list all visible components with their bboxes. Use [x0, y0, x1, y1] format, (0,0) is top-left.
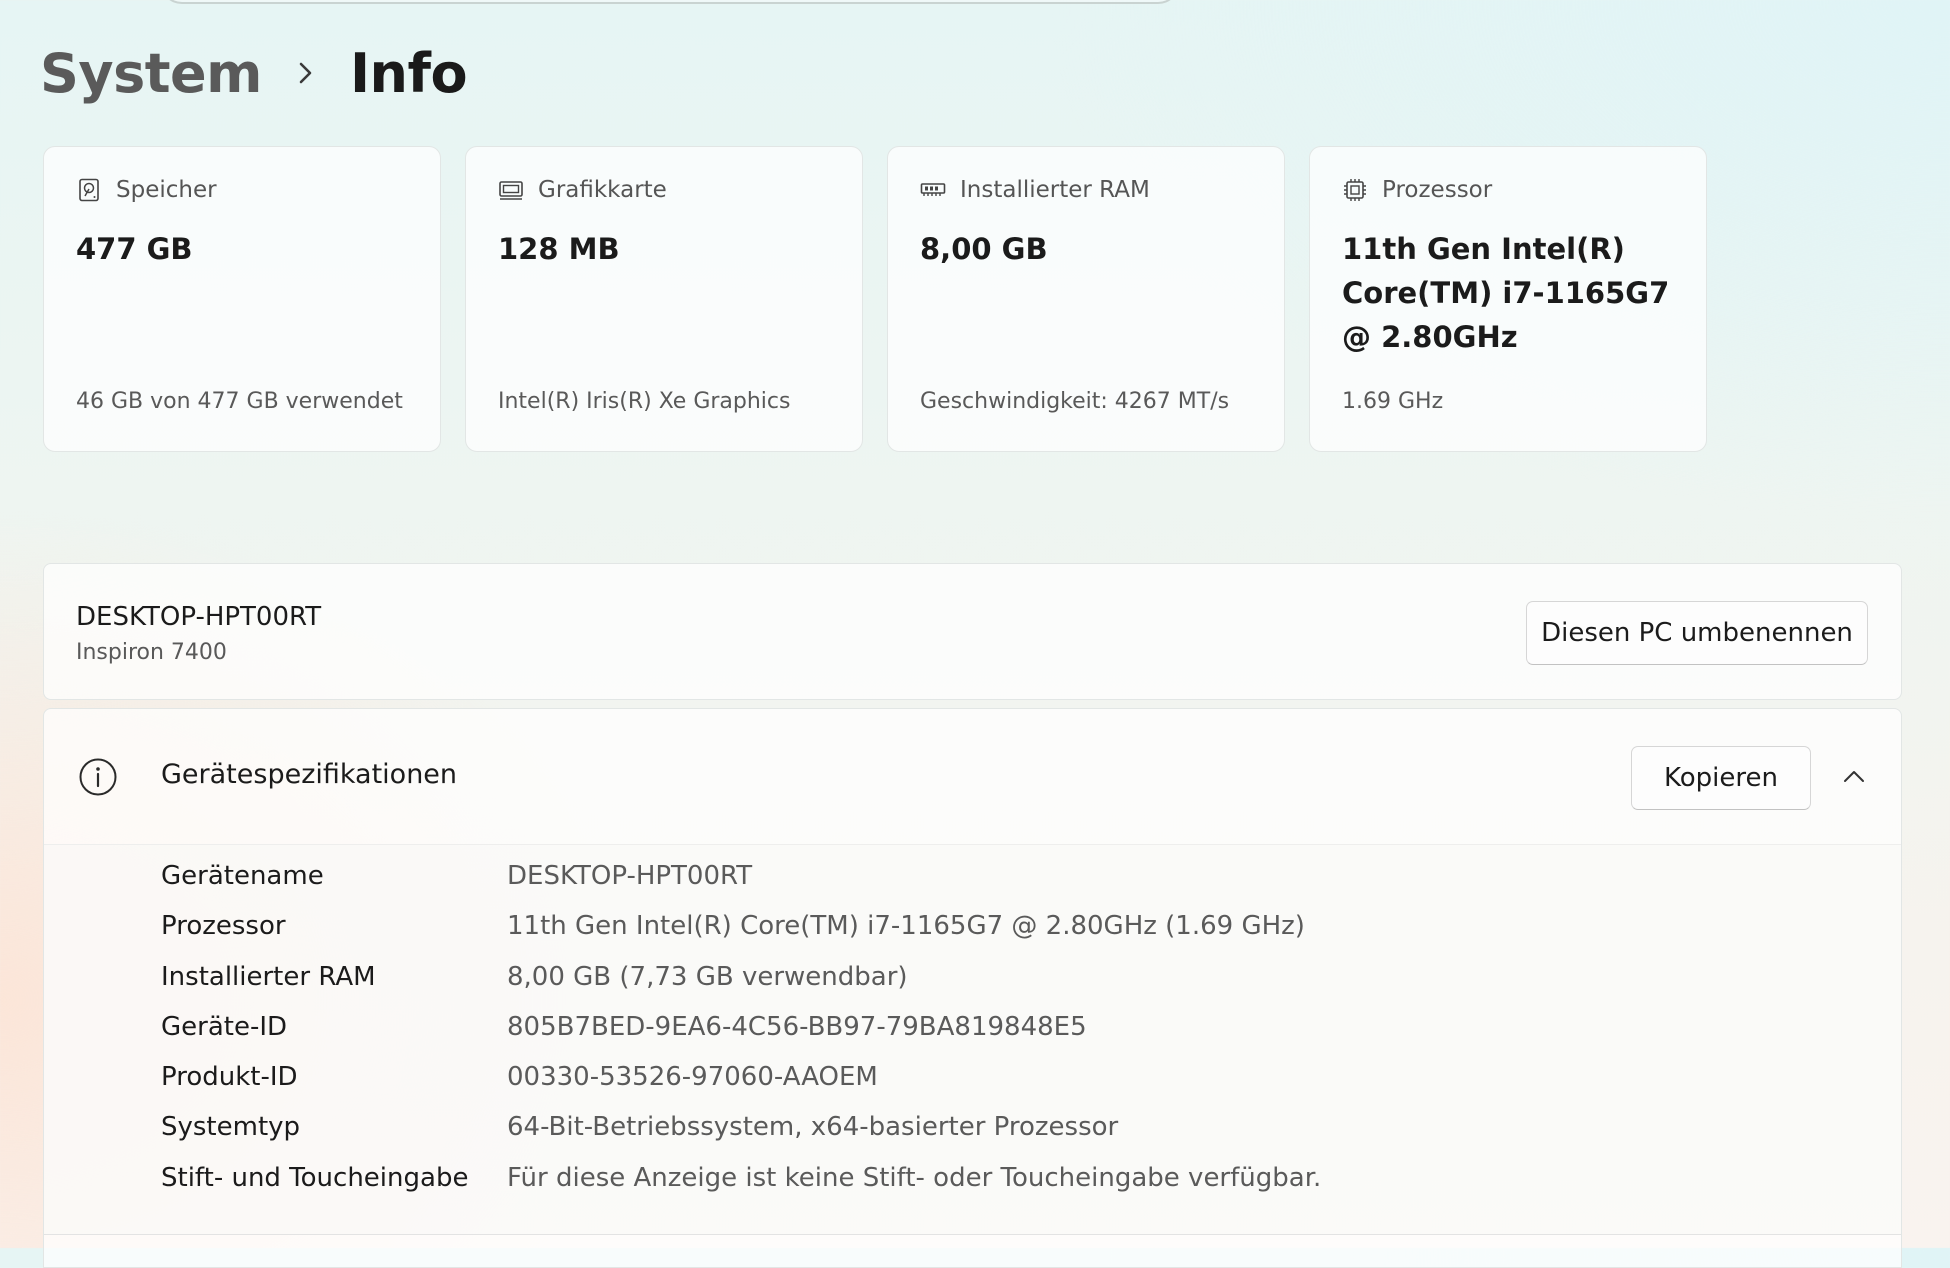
spec-list: Gerätename DESKTOP-HPT00RT Prozessor 11t… — [44, 844, 1901, 1234]
spec-label: Installierter RAM — [161, 961, 376, 992]
card-value: 8,00 GB — [920, 232, 1048, 266]
spec-label: Gerätename — [161, 861, 324, 891]
graphics-card-icon — [498, 177, 524, 203]
card-ram: Installierter RAM 8,00 GB Geschwindigkei… — [887, 146, 1285, 452]
device-model: Inspiron 7400 — [76, 640, 227, 665]
spec-row-processor: Prozessor 11th Gen Intel(R) Core(TM) i7-… — [44, 905, 1901, 955]
search-box[interactable] — [160, 0, 1180, 4]
breadcrumb-system[interactable]: System — [40, 42, 262, 105]
spec-value: 805B7BED-9EA6-4C56-BB97-79BA819848E5 — [507, 1011, 1087, 1042]
card-detail: 46 GB von 477 GB verwendet — [76, 389, 403, 414]
section-title: Gerätespezifikationen — [161, 759, 458, 790]
card-value: 11th Gen Intel(R) Core(TM) i7-1165G7 @ 2… — [1342, 232, 1670, 354]
chevron-up-icon[interactable] — [1841, 764, 1867, 790]
pc-name-panel: DESKTOP-HPT00RT Inspiron 7400 Diesen PC … — [43, 563, 1902, 700]
spec-cards: Speicher 477 GB 46 GB von 477 GB verwend… — [43, 146, 1707, 452]
info-icon — [78, 757, 118, 797]
card-processor: Prozessor 11th Gen Intel(R) Core(TM) i7-… — [1309, 146, 1707, 452]
card-detail: Geschwindigkeit: 4267 MT/s — [920, 389, 1230, 414]
card-title: Grafikkarte — [538, 177, 667, 203]
spec-value: Für diese Anzeige ist keine Stift- oder … — [507, 1162, 1322, 1193]
page-title: Info — [349, 41, 468, 105]
card-graphics: Grafikkarte 128 MB Intel(R) Iris(R) Xe G… — [465, 146, 863, 452]
spec-value: DESKTOP-HPT00RT — [507, 861, 753, 891]
spec-value: 00330-53526-97060-AAOEM — [507, 1062, 878, 1093]
spec-label: Systemtyp — [161, 1112, 301, 1143]
spec-value: 64-Bit-Betriebssystem, x64-basierter Pro… — [507, 1112, 1119, 1143]
spec-value: 8,00 GB (7,73 GB verwendbar) — [507, 961, 908, 992]
spec-label: Stift- und Toucheingabe — [161, 1162, 469, 1193]
rename-pc-button[interactable]: Diesen PC umbenennen — [1526, 601, 1868, 665]
card-value: 477 GB — [76, 232, 193, 266]
card-title: Prozessor — [1382, 177, 1493, 203]
card-storage: Speicher 477 GB 46 GB von 477 GB verwend… — [43, 146, 441, 452]
spec-row-device-id: Geräte-ID 805B7BED-9EA6-4C56-BB97-79BA81… — [44, 1006, 1901, 1056]
divider — [44, 1234, 1901, 1235]
spec-row-system-type: Systemtyp 64-Bit-Betriebssystem, x64-bas… — [44, 1106, 1901, 1156]
spec-label: Geräte-ID — [161, 1011, 288, 1042]
card-detail: 1.69 GHz — [1342, 389, 1444, 414]
spec-row-device-name: Gerätename DESKTOP-HPT00RT — [44, 855, 1901, 905]
card-value: 128 MB — [498, 232, 620, 266]
breadcrumb: System Info — [40, 38, 468, 108]
spec-row-pen-touch: Stift- und Toucheingabe Für diese Anzeig… — [44, 1157, 1901, 1207]
processor-icon — [1342, 177, 1368, 203]
device-specifications-header[interactable]: Gerätespezifikationen Kopieren — [44, 709, 1901, 845]
copy-button[interactable]: Kopieren — [1631, 746, 1811, 810]
spec-value: 11th Gen Intel(R) Core(TM) i7-1165G7 @ 2… — [507, 911, 1305, 942]
device-specifications-panel: Gerätespezifikationen Kopieren Gerätenam… — [43, 708, 1902, 1268]
chevron-right-icon — [284, 60, 328, 86]
card-detail: Intel(R) Iris(R) Xe Graphics — [498, 389, 791, 414]
card-title: Installierter RAM — [960, 177, 1150, 203]
spec-row-product-id: Produkt-ID 00330-53526-97060-AAOEM — [44, 1056, 1901, 1106]
ram-icon — [920, 177, 946, 203]
device-name: DESKTOP-HPT00RT — [76, 602, 322, 632]
spec-row-ram: Installierter RAM 8,00 GB (7,73 GB verwe… — [44, 956, 1901, 1006]
spec-label: Prozessor — [161, 911, 286, 942]
spec-label: Produkt-ID — [161, 1062, 298, 1093]
card-title: Speicher — [116, 177, 217, 203]
storage-drive-icon — [76, 177, 102, 203]
